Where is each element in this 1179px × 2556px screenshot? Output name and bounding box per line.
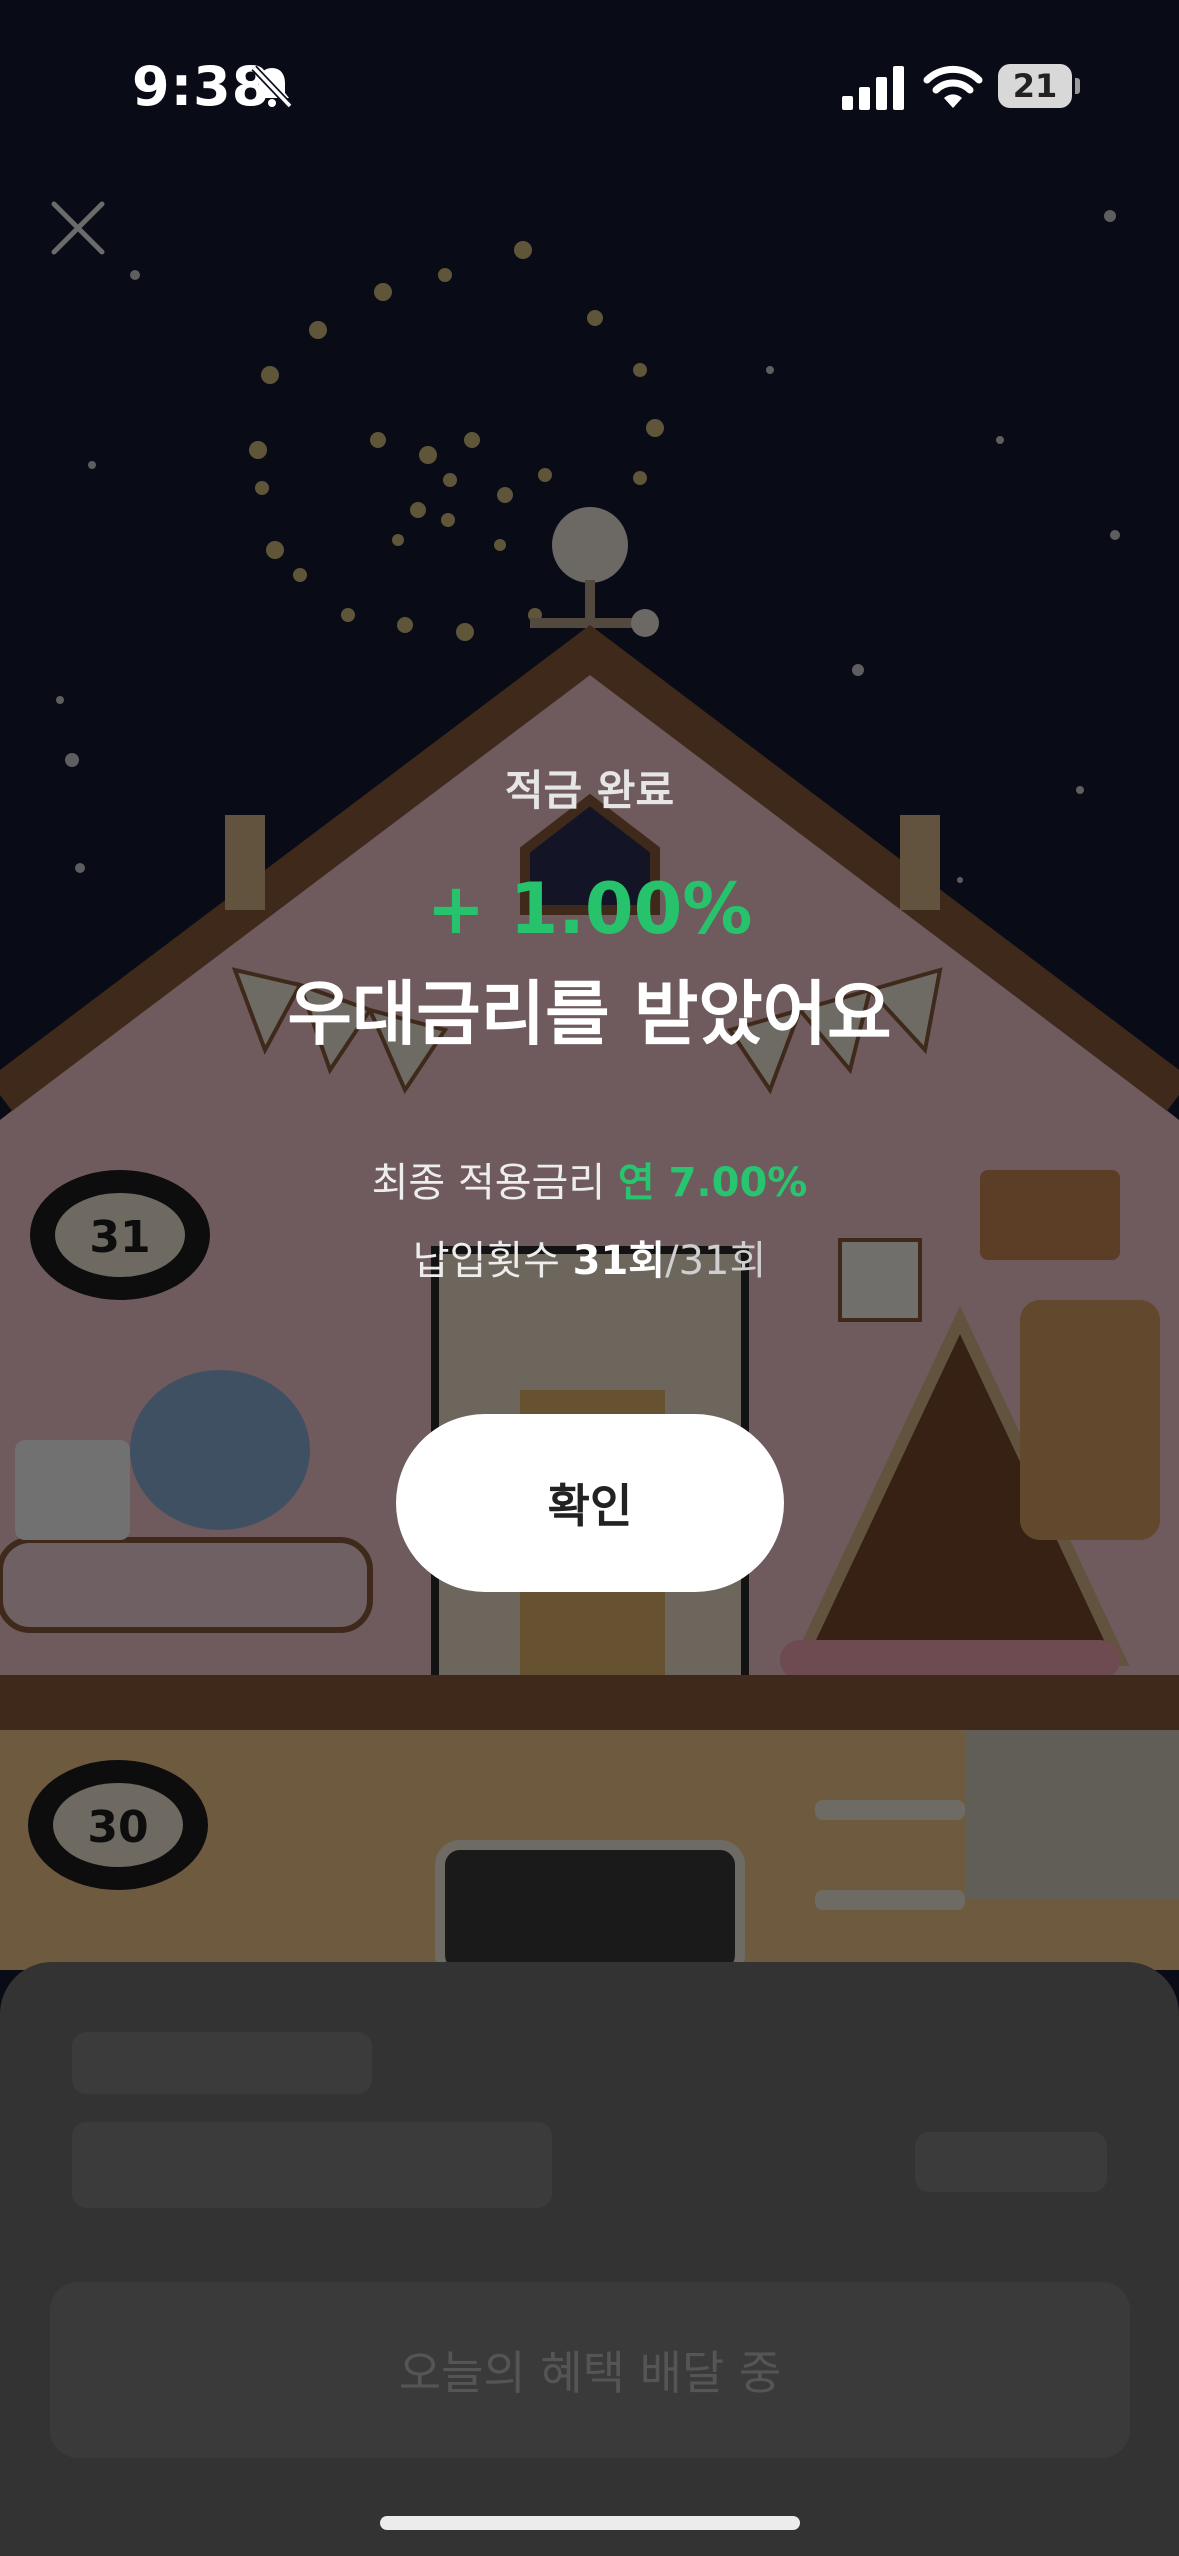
confirm-button[interactable]: 확인 [396, 1414, 784, 1592]
payment-count-current: 31회 [572, 1238, 666, 1284]
battery-level: 21 [1012, 67, 1058, 105]
bonus-rate: + 1.00% [426, 868, 753, 950]
benefit-delivery-status: 오늘의 혜택 배달 중 [50, 2282, 1130, 2458]
final-rate-label: 최종 적용금리 [371, 1160, 606, 1206]
skeleton-button [915, 2132, 1107, 2192]
modal-headline: 우대금리를 받았어요 [287, 973, 892, 1055]
battery-icon: 21 [998, 64, 1080, 108]
wifi-icon [923, 65, 983, 108]
payment-count-label: 납입횟수 [412, 1238, 560, 1284]
payment-count-total: /31회 [665, 1238, 767, 1284]
skeleton-line [72, 2122, 552, 2208]
skeleton-line [72, 2032, 372, 2094]
final-rate-row: 최종 적용금리 연 7.00% [0, 1150, 1179, 1208]
signal-icon [842, 66, 904, 110]
status-bar: 9:38 21 [0, 0, 1179, 170]
bell-muted-icon [251, 65, 293, 109]
home-indicator[interactable] [380, 2516, 800, 2530]
final-rate-value: 연 7.00% [617, 1160, 808, 1206]
payment-count-row: 납입횟수 31회/31회 [0, 1228, 1179, 1286]
modal-subtitle: 적금 완료 [504, 766, 675, 815]
close-icon[interactable] [40, 190, 116, 266]
